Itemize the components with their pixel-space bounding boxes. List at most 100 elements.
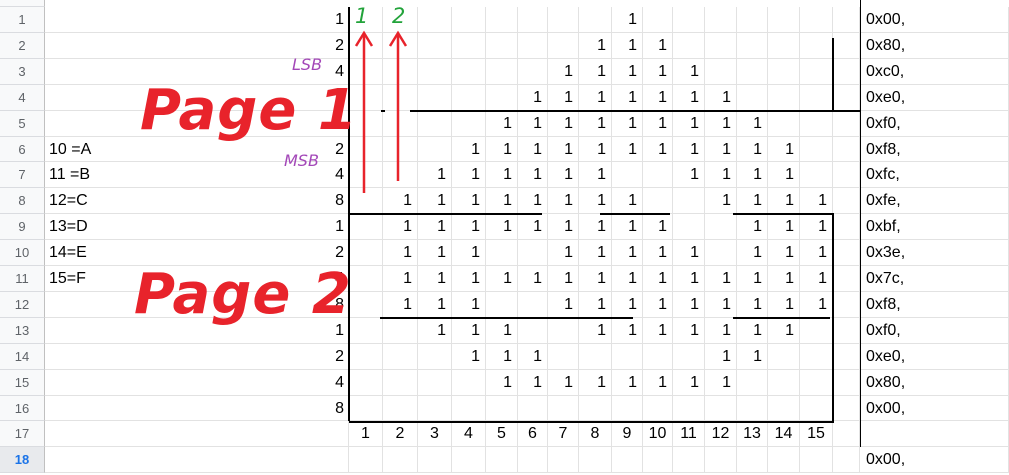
cell[interactable]	[800, 33, 833, 59]
cell[interactable]	[452, 85, 486, 111]
bit-cell[interactable]: 1	[643, 111, 673, 137]
cell[interactable]	[833, 292, 860, 318]
bit-cell[interactable]: 1	[383, 240, 418, 266]
bit-cell[interactable]: 1	[737, 344, 768, 370]
cell[interactable]	[833, 7, 860, 33]
bit-cell[interactable]: 1	[548, 240, 579, 266]
cell[interactable]	[418, 396, 452, 421]
row-header[interactable]: 6	[0, 137, 45, 162]
bit-cell[interactable]: 1	[705, 85, 737, 111]
bit-cell[interactable]: 1	[452, 292, 486, 318]
bit-cell[interactable]: 1	[705, 370, 737, 396]
cell[interactable]	[452, 59, 486, 85]
bit-cell[interactable]: 1	[612, 266, 643, 292]
bit-cell[interactable]: 1	[643, 240, 673, 266]
bit-cell[interactable]: 1	[418, 240, 452, 266]
cell[interactable]	[418, 344, 452, 370]
bit-cell[interactable]: 1	[643, 137, 673, 162]
hex-value-cell[interactable]: 0xfe,	[860, 188, 1009, 214]
bit-cell[interactable]: 1	[579, 33, 612, 59]
bit-cell[interactable]: 1	[579, 85, 612, 111]
bit-cell[interactable]: 1	[518, 344, 548, 370]
bit-cell[interactable]: 1	[486, 266, 518, 292]
cell[interactable]	[579, 344, 612, 370]
bit-cell[interactable]: 1	[800, 292, 833, 318]
bit-cell[interactable]: 1	[705, 188, 737, 214]
cell[interactable]	[548, 447, 579, 473]
cell[interactable]	[452, 33, 486, 59]
cell[interactable]	[833, 421, 860, 447]
cell[interactable]	[768, 344, 800, 370]
cell[interactable]	[768, 7, 800, 33]
cell[interactable]	[833, 266, 860, 292]
bit-cell[interactable]: 1	[548, 292, 579, 318]
cell[interactable]	[643, 447, 673, 473]
cell[interactable]	[418, 33, 452, 59]
cell[interactable]	[673, 33, 705, 59]
bit-cell[interactable]: 1	[548, 188, 579, 214]
bit-cell[interactable]: 1	[383, 188, 418, 214]
cell[interactable]	[452, 396, 486, 421]
hex-value-cell[interactable]: 0xc0,	[860, 59, 1009, 85]
row-header[interactable]: 10	[0, 240, 45, 266]
bit-cell[interactable]: 1	[579, 111, 612, 137]
cell[interactable]	[673, 7, 705, 33]
cell[interactable]	[518, 318, 548, 344]
bit-cell[interactable]: 1	[486, 137, 518, 162]
bit-cell[interactable]: 1	[452, 344, 486, 370]
row-header[interactable]: 18	[0, 447, 45, 473]
column-number-cell[interactable]: 8	[579, 421, 612, 447]
cell[interactable]	[418, 370, 452, 396]
bit-cell[interactable]: 1	[612, 111, 643, 137]
cell[interactable]	[45, 421, 349, 447]
cell[interactable]	[833, 240, 860, 266]
cell[interactable]	[486, 292, 518, 318]
bit-cell[interactable]: 1	[548, 137, 579, 162]
row-header[interactable]: 11	[0, 266, 45, 292]
row-header[interactable]: 15	[0, 370, 45, 396]
cell[interactable]	[518, 447, 548, 473]
cell[interactable]	[383, 396, 418, 421]
cell[interactable]	[833, 370, 860, 396]
bit-cell[interactable]: 1	[518, 111, 548, 137]
bit-cell[interactable]: 1	[518, 214, 548, 240]
bit-cell[interactable]: 1	[486, 344, 518, 370]
cell[interactable]	[800, 85, 833, 111]
cell[interactable]	[737, 396, 768, 421]
row-header[interactable]: 2	[0, 33, 45, 59]
column-number-cell[interactable]: 3	[418, 421, 452, 447]
bit-cell[interactable]: 1	[518, 370, 548, 396]
legend-cell[interactable]: 13=D 1	[45, 214, 349, 240]
bit-cell[interactable]: 1	[452, 214, 486, 240]
bit-cell[interactable]: 1	[705, 137, 737, 162]
cell[interactable]	[452, 111, 486, 137]
cell[interactable]	[643, 7, 673, 33]
cell[interactable]	[349, 396, 383, 421]
cell[interactable]: 4	[45, 370, 349, 396]
cell[interactable]	[643, 396, 673, 421]
bit-cell[interactable]: 1	[705, 344, 737, 370]
cell[interactable]	[833, 111, 860, 137]
cell[interactable]	[768, 85, 800, 111]
hex-value-cell[interactable]: 0x7c,	[860, 266, 1009, 292]
cell[interactable]	[579, 7, 612, 33]
cell[interactable]	[518, 240, 548, 266]
cell[interactable]	[383, 447, 418, 473]
cell[interactable]	[705, 214, 737, 240]
bit-cell[interactable]: 1	[705, 266, 737, 292]
bit-cell[interactable]: 1	[579, 137, 612, 162]
cell[interactable]	[737, 59, 768, 85]
cell[interactable]	[383, 33, 418, 59]
bit-cell[interactable]: 1	[612, 240, 643, 266]
column-number-cell[interactable]: 11	[673, 421, 705, 447]
row-header[interactable]: 13	[0, 318, 45, 344]
cell[interactable]	[383, 162, 418, 188]
bit-cell[interactable]: 1	[737, 111, 768, 137]
bit-cell[interactable]: 1	[673, 111, 705, 137]
cell[interactable]	[705, 33, 737, 59]
cell[interactable]	[486, 33, 518, 59]
bit-cell[interactable]: 1	[643, 33, 673, 59]
bit-cell[interactable]: 1	[612, 33, 643, 59]
column-number-cell[interactable]: 6	[518, 421, 548, 447]
cell[interactable]	[800, 370, 833, 396]
